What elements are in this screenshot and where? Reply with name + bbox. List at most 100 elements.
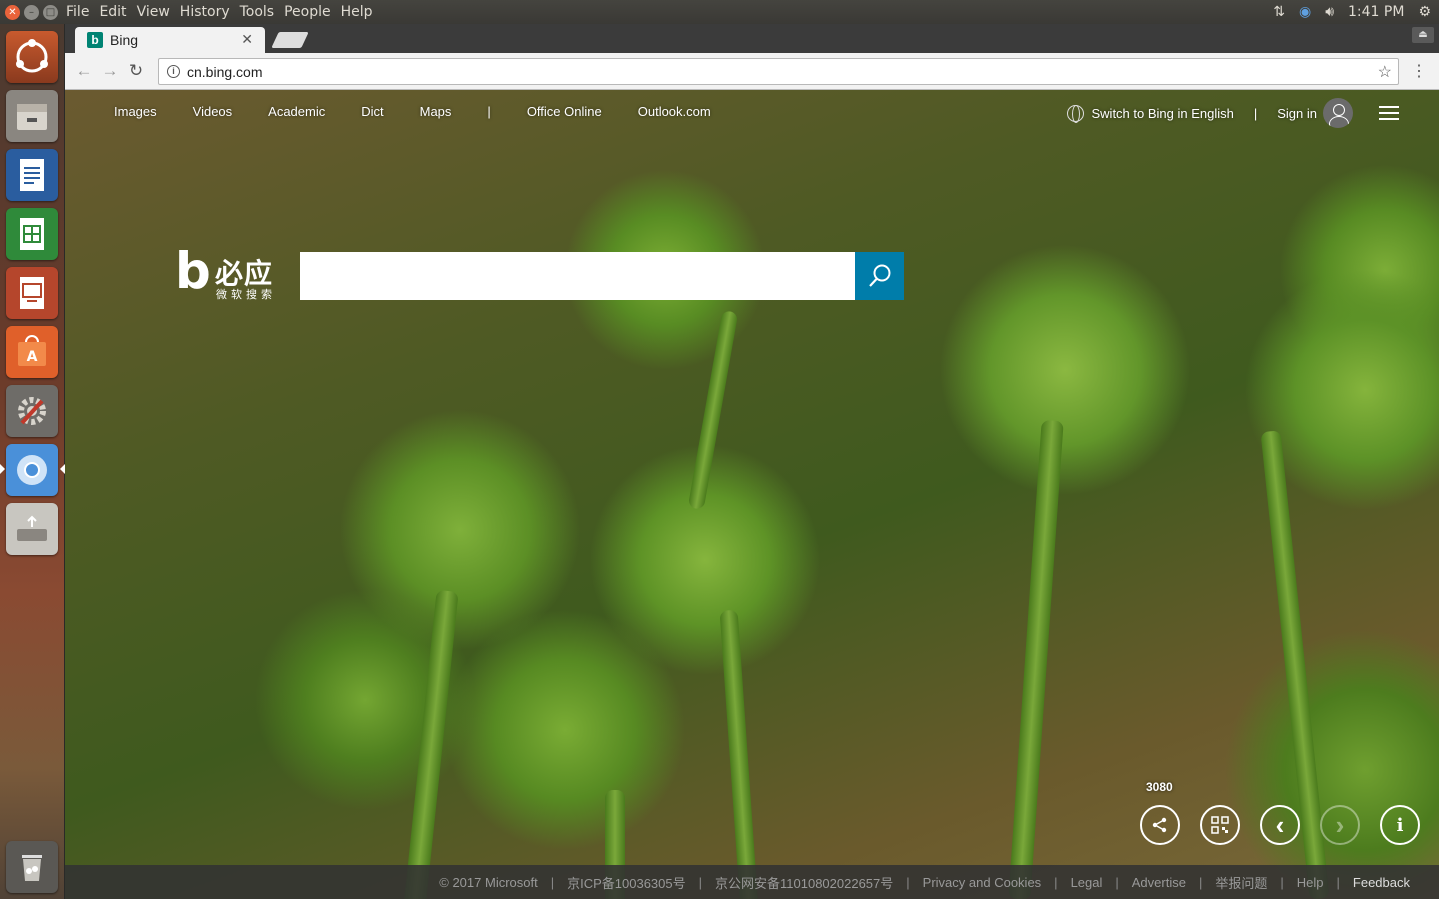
image-counter: 3080 [1146, 780, 1173, 794]
menu-file[interactable]: File [66, 4, 89, 20]
address-bar[interactable]: i cn.bing.com ☆ [158, 58, 1399, 85]
ubuntu-software-icon[interactable]: A [6, 326, 58, 378]
footer-separator: | [906, 874, 910, 890]
menu-history[interactable]: History [180, 4, 230, 20]
tab-bing[interactable]: b Bing ✕ [75, 27, 265, 53]
footer-separator: | [1198, 874, 1203, 890]
active-indicator-left [0, 464, 5, 474]
window-minimize-button[interactable]: – [24, 4, 39, 20]
footer-link[interactable]: 京公网安备11010802022657号 [715, 873, 893, 892]
window-maximize-button[interactable]: □ [43, 4, 58, 20]
window-controls: ✕ – □ [5, 4, 58, 20]
unity-launcher: A [0, 24, 65, 899]
footer-link[interactable]: 京ICP备10036305号 [567, 873, 686, 892]
bing-favicon-icon: b [87, 32, 103, 48]
menu-help[interactable]: Help [341, 4, 373, 20]
files-icon[interactable] [6, 90, 58, 142]
search-input[interactable] [300, 252, 856, 300]
chrome-menu-button[interactable]: ⋮ [1411, 61, 1427, 81]
libreoffice-calc-icon[interactable] [6, 208, 58, 260]
search-button[interactable] [855, 252, 904, 300]
avatar-icon[interactable] [1323, 98, 1353, 128]
footer-separator: | [1280, 874, 1284, 890]
hamburger-menu-icon[interactable] [1379, 102, 1399, 124]
system-settings-launcher-icon[interactable] [6, 385, 58, 437]
globe-icon[interactable] [1066, 104, 1084, 123]
system-settings-icon[interactable]: ⚙ [1418, 4, 1431, 20]
ubuntu-dash-icon[interactable] [6, 31, 58, 83]
top-panel: ✕ – □ File Edit View History Tools Peopl… [0, 0, 1439, 24]
libreoffice-writer-icon[interactable] [6, 149, 58, 201]
reload-button[interactable]: ↻ [123, 58, 149, 84]
nav-academic[interactable]: Academic [268, 104, 325, 119]
footer-separator: | [1336, 874, 1340, 890]
sign-in-link[interactable]: Sign in [1277, 106, 1317, 121]
nav-outlook[interactable]: Outlook.com [638, 104, 711, 119]
previous-image-button[interactable]: ‹ [1260, 805, 1300, 845]
site-info-icon[interactable]: i [167, 65, 180, 78]
tab-close-icon[interactable]: ✕ [241, 31, 253, 48]
nav-videos[interactable]: Videos [193, 104, 233, 119]
nav-dict[interactable]: Dict [361, 104, 383, 119]
nav-images[interactable]: Images [114, 104, 157, 119]
back-button[interactable]: ← [71, 58, 97, 84]
divider: | [1253, 105, 1258, 121]
search-icon [868, 264, 890, 287]
footer-separator: | [550, 874, 555, 890]
profile-icon[interactable]: ⏏ [1412, 27, 1434, 43]
nav-divider: | [487, 104, 491, 119]
menu-tools[interactable]: Tools [240, 4, 275, 20]
new-tab-button[interactable] [271, 32, 309, 48]
chrome-window: b Bing ✕ ⏏ ← → ↻ i cn.bing.com ☆ ⋮ Image… [65, 24, 1439, 899]
usb-drive-icon[interactable] [6, 503, 58, 555]
bing-homepage: Images Videos Academic Dict Maps | Offic… [65, 90, 1439, 899]
footer-separator: | [698, 874, 703, 890]
menu-edit[interactable]: Edit [99, 4, 126, 20]
clock[interactable]: 1:41 PM [1348, 4, 1404, 20]
qr-code-button[interactable] [1200, 805, 1240, 845]
browser-toolbar: ← → ↻ i cn.bing.com ☆ ⋮ [65, 53, 1439, 90]
background-fern-stem [403, 589, 459, 899]
footer-link[interactable]: Help [1297, 875, 1324, 890]
bing-footer: © 2017 Microsoft | 京ICP备10036305号 | 京公网安备110… [65, 865, 1439, 899]
nav-office-online[interactable]: Office Online [527, 104, 602, 119]
volume-icon[interactable]: 🔊︎ [1325, 4, 1334, 20]
tab-strip: b Bing ✕ ⏏ [65, 24, 1439, 53]
chevron-left-icon: ‹ [1275, 810, 1285, 840]
nav-maps[interactable]: Maps [420, 104, 452, 119]
footer-separator: | [1054, 874, 1058, 890]
bing-top-right: Switch to Bing in English | Sign in [1066, 98, 1399, 128]
next-image-button[interactable]: › [1320, 805, 1360, 845]
menu-view[interactable]: View [137, 4, 170, 20]
bing-logo[interactable]: b 必应 微软搜索 [175, 242, 280, 302]
qr-code-icon [1211, 816, 1229, 834]
bing-b-mark: b [175, 242, 211, 300]
footer-link[interactable]: 举报问题 [1215, 873, 1267, 892]
menu-people[interactable]: People [284, 4, 331, 20]
background-fern-stem [719, 609, 759, 899]
footer-link[interactable]: Legal [1071, 875, 1103, 890]
background-fern-stem [1008, 419, 1064, 899]
network-icon[interactable]: ⇅ [1273, 4, 1285, 20]
info-icon: i [1396, 814, 1404, 836]
forward-button[interactable]: → [97, 58, 123, 84]
svg-text:A: A [27, 349, 38, 365]
image-info-button[interactable]: i [1380, 805, 1420, 845]
input-method-icon[interactable]: ◉ [1299, 4, 1311, 20]
switch-language-link[interactable]: Switch to Bing in English [1092, 106, 1234, 121]
footer-link[interactable]: Feedback [1353, 875, 1410, 890]
footer-link: © 2017 Microsoft [439, 874, 538, 890]
libreoffice-impress-icon[interactable] [6, 267, 58, 319]
tab-title: Bing [110, 32, 139, 48]
chromium-browser-icon[interactable] [6, 444, 58, 496]
share-icon [1152, 817, 1167, 833]
footer-link[interactable]: Advertise [1132, 875, 1186, 890]
window-close-button[interactable]: ✕ [5, 4, 20, 20]
trash-icon[interactable] [6, 841, 58, 893]
background-fern-stem [687, 310, 739, 510]
url-text[interactable]: cn.bing.com [187, 64, 262, 80]
bookmark-star-icon[interactable]: ☆ [1378, 62, 1392, 82]
footer-link[interactable]: Privacy and Cookies [923, 875, 1042, 890]
share-button[interactable] [1140, 805, 1180, 845]
footer-separator: | [1115, 874, 1119, 890]
